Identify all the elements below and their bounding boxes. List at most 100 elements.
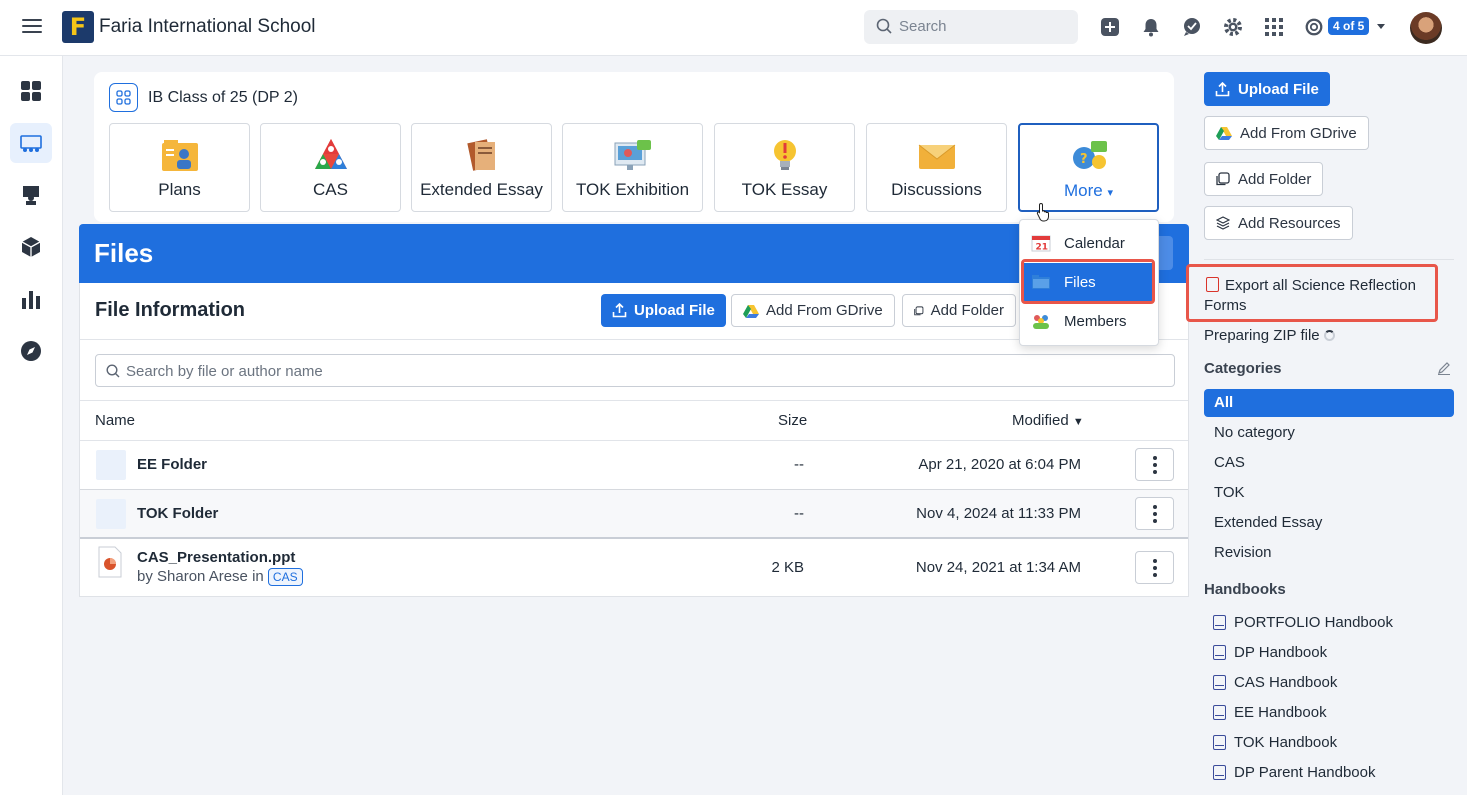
svg-text:?: ? [1080,152,1088,167]
row-actions-button[interactable] [1135,448,1174,481]
table-row[interactable]: TOK Folder -- Nov 4, 2024 at 11:33 PM [80,490,1188,538]
tile-tok-exhibition[interactable]: TOK Exhibition [562,123,703,212]
handbook-portfolio[interactable]: PORTFOLIO Handbook [1213,614,1393,631]
column-header-name[interactable]: Name [95,412,135,429]
category-all[interactable]: All [1204,389,1454,417]
search-icon [106,364,120,378]
file-modified: Nov 24, 2021 at 1:34 AM [915,559,1081,576]
highlight-files-menu-item [1021,259,1155,304]
school-name[interactable]: Faria International School [99,16,316,38]
tile-label: CAS [313,180,348,199]
book-icon [1213,615,1226,630]
tile-tok-essay[interactable]: TOK Essay [714,123,855,212]
progress-counter-badge[interactable]: 4 of 5 [1328,17,1370,35]
dashboard-icon[interactable] [10,71,52,111]
search-placeholder: Search [899,18,947,35]
gdrive-icon [743,304,759,318]
loading-spinner-icon [1323,330,1335,341]
category-tok[interactable]: TOK [1204,479,1454,507]
tile-label: Discussions [891,180,982,199]
menu-item-label: Calendar [1064,234,1125,252]
file-name[interactable]: TOK Folder [137,505,218,522]
add-icon[interactable] [1099,16,1121,38]
category-revision[interactable]: Revision [1204,539,1454,567]
handbook-cas[interactable]: CAS Handbook [1213,674,1337,691]
file-search-input[interactable]: Search by file or author name [95,354,1175,387]
handbook-dp[interactable]: DP Handbook [1213,644,1327,661]
hand-cursor-icon [1036,202,1049,222]
gear-icon[interactable] [1222,16,1244,38]
file-name[interactable]: CAS_Presentation.ppt [137,549,295,566]
folder-copy-icon [914,305,924,315]
extended-essay-icon [466,139,495,171]
bell-icon[interactable] [1140,16,1162,38]
add-from-gdrive-button[interactable]: Add From GDrive [731,294,895,327]
table-row[interactable]: EE Folder -- Apr 21, 2020 at 6:04 PM [80,441,1188,489]
file-author: by Sharon Arese in CAS [137,568,303,587]
right-add-from-gdrive-button[interactable]: Add From GDrive [1204,116,1369,150]
classes-icon[interactable] [10,123,52,163]
handbook-dp-parent[interactable]: DP Parent Handbook [1213,764,1375,781]
handbook-ee[interactable]: EE Handbook [1213,704,1327,721]
menu-item-label: Members [1064,312,1127,330]
handbook-tok[interactable]: TOK Handbook [1213,734,1337,751]
folder-copy-icon [1216,172,1230,186]
teacher-icon[interactable] [10,175,52,215]
hamburger-menu-icon[interactable] [22,16,42,36]
right-add-folder-button[interactable]: Add Folder [1204,162,1324,196]
files-title: Files [94,238,154,268]
tile-extended-essay[interactable]: Extended Essay [411,123,552,212]
analytics-icon[interactable] [10,279,52,319]
file-search-placeholder: Search by file or author name [126,363,323,380]
row-actions-button[interactable] [1135,497,1174,530]
apps-grid-icon[interactable] [1263,16,1285,38]
category-no-category[interactable]: No category [1204,419,1454,447]
svg-text:21: 21 [1036,243,1049,253]
file-name[interactable]: EE Folder [137,456,207,473]
tile-discussions[interactable]: Discussions [866,123,1007,212]
tile-cas[interactable]: CAS [260,123,401,212]
right-upload-file-button[interactable]: Upload File [1204,72,1330,106]
file-modified: Apr 21, 2020 at 6:04 PM [918,456,1081,473]
school-logo[interactable]: F [62,11,94,43]
row-actions-button[interactable] [1135,551,1174,584]
chat-icon[interactable] [1181,16,1203,38]
upload-file-button[interactable]: Upload File [601,294,726,327]
menu-item-calendar[interactable]: 21 Calendar [1020,224,1158,262]
tile-label: TOK Exhibition [575,180,690,199]
calendar-icon: 21 [1031,235,1051,253]
add-folder-button[interactable]: Add Folder [902,294,1016,327]
category-cas[interactable]: CAS [1204,449,1454,477]
tile-label: Plans [158,180,201,199]
divider [1204,259,1454,260]
tok-essay-icon [773,140,796,170]
box-icon[interactable] [10,227,52,267]
tile-more[interactable]: ? More ▾ [1018,123,1159,212]
compass-icon[interactable] [10,331,52,371]
plans-icon [161,140,198,171]
menu-item-members[interactable]: Members [1020,302,1158,340]
chevron-down-icon[interactable] [1377,24,1385,29]
global-search-input[interactable]: Search [864,10,1078,44]
file-modified: Nov 4, 2024 at 11:33 PM [916,505,1081,522]
gdrive-icon [1216,127,1232,140]
column-header-size[interactable]: Size [778,412,807,429]
tile-label: More ▾ [1064,181,1113,200]
help-lifebuoy-icon[interactable] [1304,16,1324,38]
cas-icon [314,139,347,169]
class-header-card: IB Class of 25 (DP 2) Plans CAS Extended… [94,72,1174,222]
file-size: 2 KB [771,559,804,576]
upload-icon [1215,81,1230,96]
pencil-edit-icon[interactable] [1437,361,1451,375]
tile-plans[interactable]: Plans [109,123,250,212]
table-row[interactable]: CAS_Presentation.ppt by Sharon Arese in … [80,539,1188,597]
left-nav-rail [0,56,63,795]
file-size: -- [794,456,804,473]
category-tag[interactable]: CAS [267,568,303,587]
book-icon [1213,735,1226,750]
right-add-resources-button[interactable]: Add Resources [1204,206,1353,240]
user-avatar[interactable] [1410,12,1442,44]
category-extended-essay[interactable]: Extended Essay [1204,509,1454,537]
column-header-modified[interactable]: Modified ▼ [1012,412,1084,429]
file-information-title: File Information [95,299,245,321]
